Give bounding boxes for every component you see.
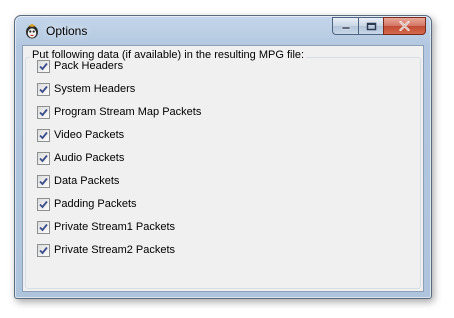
minimize-icon: [341, 26, 350, 30]
app-mascot-icon[interactable]: [24, 23, 40, 39]
option-label: System Headers: [54, 83, 136, 95]
checkbox[interactable]: [37, 82, 50, 96]
option-label: Program Stream Map Packets: [54, 106, 202, 118]
checkbox[interactable]: [37, 151, 50, 165]
checkbox[interactable]: [37, 220, 50, 234]
option-private-stream1[interactable]: Private Stream1 Packets: [37, 220, 175, 234]
option-label: Audio Packets: [54, 152, 125, 164]
close-button[interactable]: [383, 17, 426, 35]
option-label: Private Stream2 Packets: [54, 244, 176, 256]
option-system-headers[interactable]: System Headers: [37, 82, 135, 96]
option-program-stream-map[interactable]: Program Stream Map Packets: [37, 105, 201, 119]
checkbox[interactable]: [37, 174, 50, 188]
option-padding-packets[interactable]: Padding Packets: [37, 197, 137, 211]
option-pack-headers[interactable]: Pack Headers: [37, 59, 123, 73]
checkbox[interactable]: [37, 197, 50, 211]
checkbox[interactable]: [37, 128, 50, 142]
minimize-button[interactable]: [332, 17, 358, 35]
checkbox[interactable]: [37, 59, 50, 73]
option-data-packets[interactable]: Data Packets: [37, 174, 119, 188]
maximize-icon: [366, 22, 376, 30]
checkbox[interactable]: [37, 105, 50, 119]
option-label: Video Packets: [54, 129, 125, 141]
option-label: Private Stream1 Packets: [54, 221, 176, 233]
option-label: Padding Packets: [54, 198, 137, 210]
options-window: Options Put following data (if available…: [14, 15, 432, 299]
maximize-button[interactable]: [358, 17, 383, 35]
close-icon: [399, 21, 410, 31]
title-bar[interactable]: Options: [15, 16, 431, 46]
caption-buttons: [332, 17, 426, 36]
option-label: Data Packets: [54, 175, 120, 187]
option-private-stream2[interactable]: Private Stream2 Packets: [37, 243, 175, 257]
option-video-packets[interactable]: Video Packets: [37, 128, 124, 142]
checkbox[interactable]: [37, 243, 50, 257]
option-audio-packets[interactable]: Audio Packets: [37, 151, 124, 165]
option-label: Pack Headers: [54, 60, 124, 72]
window-title: Options: [46, 24, 88, 38]
